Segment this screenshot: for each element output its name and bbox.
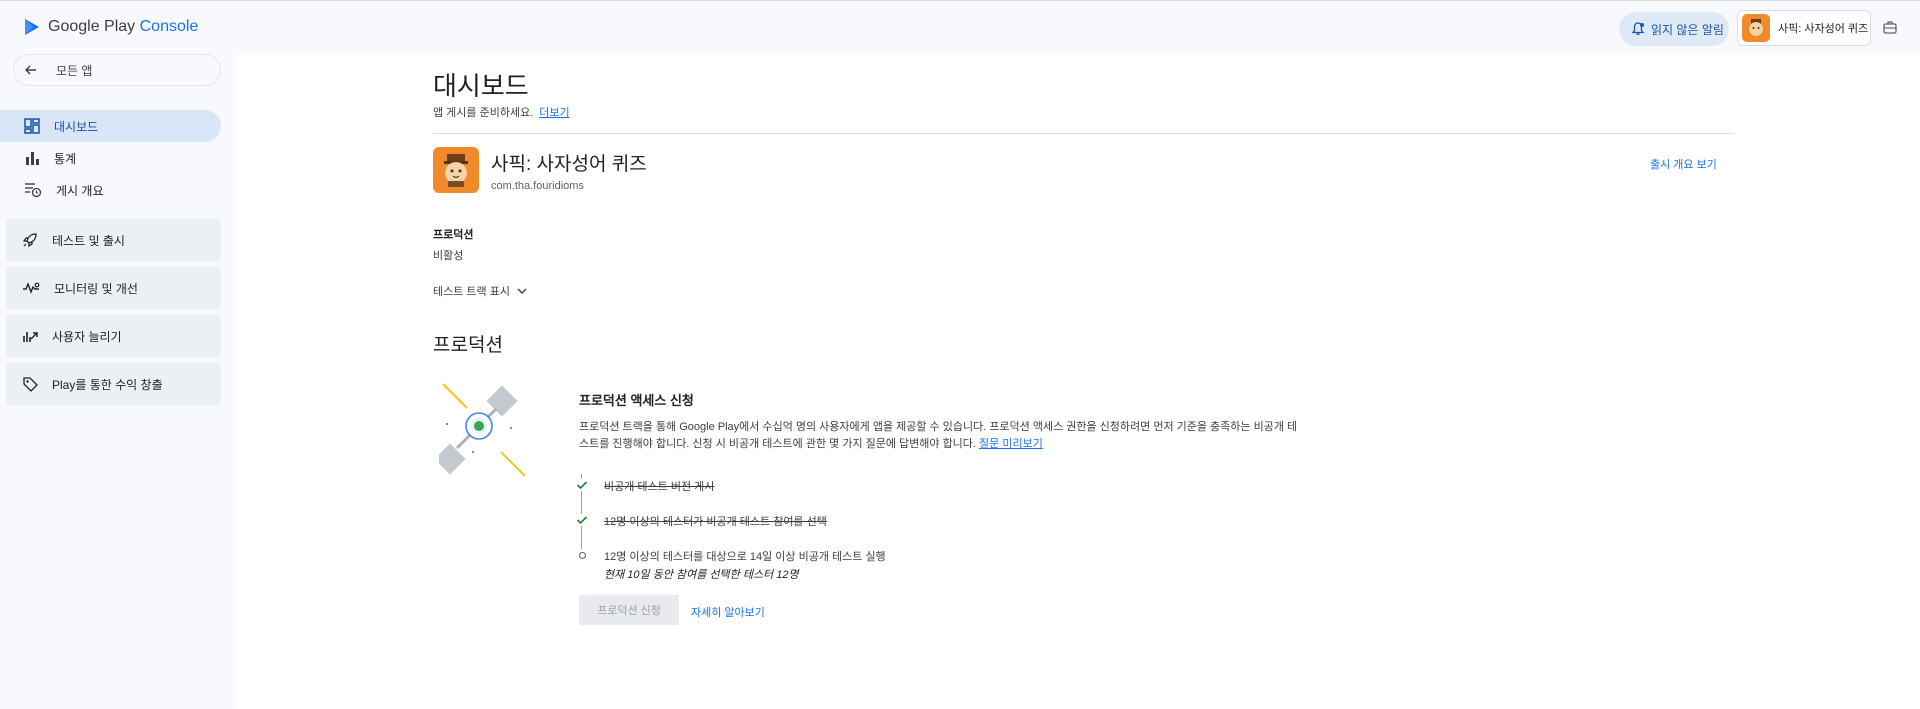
- sidebar-item-dashboard[interactable]: 대시보드: [0, 110, 221, 142]
- sidebar-group-monitor-and-improve[interactable]: 모니터링 및 개선: [6, 266, 221, 310]
- show-tracks-label: 테스트 트랙 표시: [433, 286, 510, 298]
- view-release-overview-link[interactable]: 출시 개요 보기: [1650, 156, 1717, 172]
- bar-chart-icon: [26, 152, 39, 165]
- grow-users-icon: [23, 332, 38, 342]
- requirement-text: 12명 이상의 테스터가 비공개 테스트 참여를 선택: [604, 516, 827, 528]
- requirement-step: 12명 이상의 테스터가 비공개 테스트 참여를 선택: [576, 513, 1076, 529]
- production-section-title: 프로덕션: [433, 335, 503, 356]
- publishing-overview-icon: [25, 183, 42, 198]
- sidebar-group-grow-users[interactable]: 사용자 늘리기: [6, 314, 221, 358]
- play-logo-icon: [25, 19, 39, 35]
- check-icon: [576, 479, 588, 491]
- app-avatar: [1742, 14, 1770, 42]
- sidebar-group-monetize[interactable]: Play를 통한 수익 창출: [6, 362, 221, 406]
- fox-mascot-icon: [1749, 19, 1763, 36]
- logo-text-accent: Console: [139, 18, 199, 35]
- sidebar-item-label: 통계: [54, 151, 77, 166]
- app-icon: [433, 147, 479, 193]
- sidebar-item-statistics[interactable]: 통계: [0, 142, 221, 174]
- pending-circle-icon: [576, 549, 588, 561]
- sidebar-group-label: Play를 통한 수익 창출: [52, 377, 163, 392]
- dashboard-icon: [24, 118, 40, 134]
- check-icon: [576, 514, 588, 526]
- subtitle-text: 앱 게시를 준비하세요.: [433, 107, 534, 119]
- tag-icon: [23, 377, 38, 392]
- production-label: 프로덕션: [433, 229, 474, 241]
- bell-icon: [1631, 22, 1645, 36]
- app-switcher-label: 사픽: 사자성어 퀴즈: [1778, 23, 1869, 35]
- main-content: 대시보드 앱 게시를 준비하세요. 더보기 사픽: 사자성어 퀴즈 com.tha…: [236, 54, 1920, 709]
- satellite-illustration: [439, 383, 526, 477]
- requirement-step: 12명 이상의 테스터를 대상으로 14일 이상 비공개 테스트 실행 현재 1…: [576, 548, 1076, 582]
- all-apps-button[interactable]: 모든 앱: [13, 54, 221, 86]
- app-switcher[interactable]: 사픽: 사자성어 퀴즈: [1737, 10, 1871, 46]
- requirement-text-block: 12명 이상의 테스터를 대상으로 14일 이상 비공개 테스트 실행 현재 1…: [604, 548, 886, 582]
- show-test-tracks-toggle[interactable]: 테스트 트랙 표시: [433, 283, 528, 299]
- unread-notifications-button[interactable]: 읽지 않은 알림: [1619, 12, 1729, 46]
- fox-mascot-icon: [444, 154, 468, 187]
- sidebar-item-publishing-overview[interactable]: 게시 개요: [0, 174, 221, 206]
- production-status: 비활성: [433, 250, 464, 262]
- learn-more-link[interactable]: 자세히 알아보기: [691, 604, 765, 620]
- more-link[interactable]: 더보기: [539, 107, 569, 119]
- arrow-back-icon: [25, 65, 36, 75]
- app-package-name: com.tha.fouridioms: [491, 180, 584, 192]
- page-title: 대시보드: [433, 71, 529, 101]
- sidebar-item-label: 대시보드: [54, 119, 99, 134]
- requirement-text: 12명 이상의 테스터를 대상으로 14일 이상 비공개 테스트 실행: [604, 551, 886, 563]
- divider: [433, 133, 1734, 134]
- logo-text: Google Play Console: [48, 18, 198, 36]
- rocket-icon: [22, 233, 37, 248]
- notifications-label: 읽지 않은 알림: [1651, 22, 1724, 37]
- production-access-description: 프로덕션 트랙을 통해 Google Play에서 수십억 명의 사용자에게 앱…: [579, 419, 1299, 453]
- requirement-step: 비공개 테스트 버전 게시: [576, 478, 1076, 494]
- sidebar-item-label: 게시 개요: [56, 183, 104, 198]
- description-text: 프로덕션 트랙을 통해 Google Play에서 수십억 명의 사용자에게 앱…: [579, 421, 1298, 450]
- sidebar: 모든 앱 대시보드 통계 게시 개요 테스트 및 출시 모니터링 및 개선 사용…: [0, 54, 235, 709]
- sidebar-group-label: 사용자 늘리기: [52, 329, 122, 344]
- sidebar-group-test-and-release[interactable]: 테스트 및 출시: [6, 218, 221, 262]
- play-console-logo[interactable]: Google Play Console: [22, 17, 198, 37]
- monitor-pulse-icon: [23, 282, 40, 294]
- all-apps-label: 모든 앱: [56, 63, 93, 78]
- production-access-title: 프로덕션 액세스 신청: [579, 393, 694, 408]
- chevron-down-icon: [517, 288, 527, 294]
- sidebar-group-label: 모니터링 및 개선: [54, 281, 138, 296]
- logo-text-main: Google Play: [48, 18, 136, 35]
- preview-questions-link[interactable]: 질문 미리보기: [979, 438, 1043, 450]
- requirement-progress: 현재 10일 동안 참여를 선택한 테스터 12명: [604, 569, 799, 581]
- apply-production-button[interactable]: 프로덕션 신청: [579, 595, 679, 625]
- top-bar: Google Play Console 읽지 않은 알림 사픽: 사자성어 퀴즈: [0, 0, 1920, 54]
- requirement-text: 비공개 테스트 버전 게시: [604, 481, 715, 493]
- app-name: 사픽: 사자성어 퀴즈: [491, 154, 647, 175]
- sidebar-group-label: 테스트 및 출시: [52, 233, 125, 248]
- briefcase-icon[interactable]: [1882, 19, 1898, 35]
- page-subtitle: 앱 게시를 준비하세요. 더보기: [433, 104, 570, 120]
